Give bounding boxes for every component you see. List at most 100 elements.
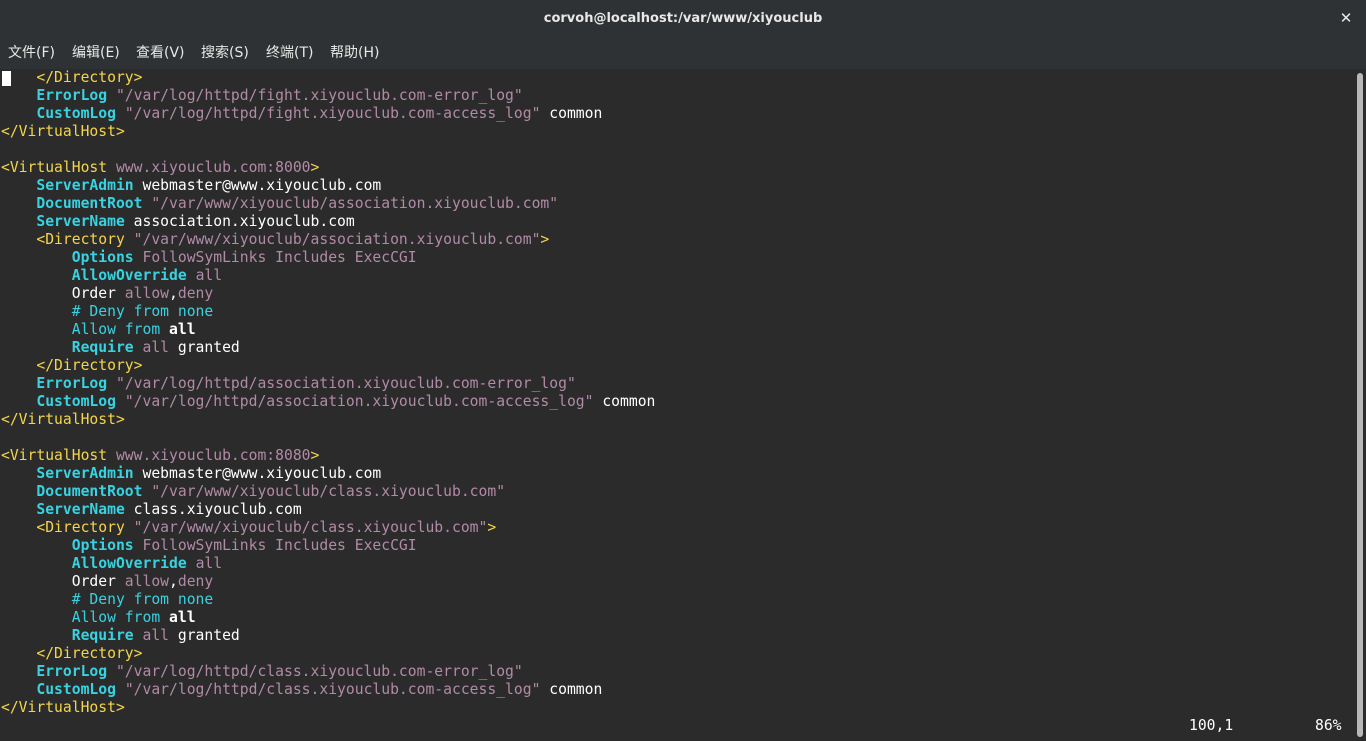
code-token: AllowOverride: [71, 555, 187, 572]
code-token: ServerAdmin: [36, 177, 134, 194]
code-line: Order allow,deny: [1, 285, 655, 303]
code-line: </Directory>: [1, 645, 655, 663]
close-icon[interactable]: ✕: [1338, 10, 1354, 26]
code-token: ServerName: [36, 213, 125, 230]
code-token: AllowOverride: [71, 267, 187, 284]
vim-buffer[interactable]: </Directory> ErrorLog "/var/log/httpd/fi…: [1, 69, 655, 717]
code-token: <Directory: [36, 231, 125, 248]
code-token: Order: [1, 285, 125, 302]
code-token: ServerName: [36, 501, 125, 518]
scroll-percent: 86%: [1315, 717, 1342, 734]
menu-file[interactable]: 文件(F): [8, 38, 55, 69]
code-line: Allow from all: [1, 321, 655, 339]
code-line: ServerAdmin webmaster@www.xiyouclub.com: [1, 177, 655, 195]
title-bar[interactable]: corvoh@localhost:/var/www/xiyouclub ✕: [0, 0, 1366, 38]
code-token: "/var/www/xiyouclub/association.xiyouclu…: [151, 195, 559, 212]
code-token: granted: [169, 339, 240, 356]
code-token: "/var/log/httpd/fight.xiyouclub.com-erro…: [115, 87, 523, 104]
code-token: Allow from: [71, 609, 161, 626]
code-line: CustomLog "/var/log/httpd/class.xiyouclu…: [1, 681, 655, 699]
code-line: ErrorLog "/var/log/httpd/association.xiy…: [1, 375, 655, 393]
scrollbar-thumb[interactable]: [1357, 73, 1363, 737]
menu-view[interactable]: 查看(V): [136, 38, 185, 69]
code-token: </VirtualHost>: [1, 123, 125, 140]
code-token: >: [310, 447, 320, 464]
code-token: Allow from: [71, 321, 161, 338]
code-token: allow: [124, 573, 170, 590]
code-token: all: [195, 267, 223, 284]
window-title: corvoh@localhost:/var/www/xiyouclub: [543, 11, 823, 26]
code-token: all: [142, 339, 170, 356]
menu-search[interactable]: 搜索(S): [201, 38, 249, 69]
code-token: class.xiyouclub.com: [124, 501, 302, 518]
code-token: ErrorLog: [36, 663, 108, 680]
code-line: ServerAdmin webmaster@www.xiyouclub.com: [1, 465, 655, 483]
code-token: Require: [71, 339, 134, 356]
code-token: >: [487, 519, 497, 536]
code-token: CustomLog: [36, 393, 116, 410]
code-token: common: [593, 393, 656, 410]
code-token: Order: [1, 573, 125, 590]
code-line: <VirtualHost www.xiyouclub.com:8000>: [1, 159, 655, 177]
code-token: <Directory: [36, 519, 125, 536]
code-token: ServerAdmin: [36, 465, 134, 482]
code-token: "/var/log/httpd/association.xiyouclub.co…: [124, 393, 594, 410]
menu-help[interactable]: 帮助(H): [330, 38, 379, 69]
cursor-position: 100,1: [1189, 717, 1234, 734]
code-token: ,: [169, 573, 178, 590]
terminal-content[interactable]: </Directory> ErrorLog "/var/log/httpd/fi…: [0, 69, 1354, 741]
scrollbar[interactable]: [1354, 69, 1366, 741]
code-token: ErrorLog: [36, 375, 108, 392]
code-token: all: [142, 627, 170, 644]
code-token: </VirtualHost>: [1, 699, 125, 716]
code-token: granted: [169, 627, 240, 644]
code-token: </Directory>: [1, 69, 143, 86]
code-line: ServerName association.xiyouclub.com: [1, 213, 655, 231]
code-token: association.xiyouclub.com: [124, 213, 355, 230]
code-token: all: [169, 609, 196, 626]
code-line: CustomLog "/var/log/httpd/fight.xiyouclu…: [1, 105, 655, 123]
code-line: # Deny from none: [1, 591, 655, 609]
code-token: webmaster@www.xiyouclub.com: [133, 465, 382, 482]
code-token: "/var/www/xiyouclub/class.xiyouclub.com": [151, 483, 506, 500]
code-line: </Directory>: [1, 69, 655, 87]
menu-edit[interactable]: 编辑(E): [72, 38, 120, 69]
code-line: Require all granted: [1, 627, 655, 645]
code-token: DocumentRoot: [36, 483, 143, 500]
menu-terminal[interactable]: 终端(T): [266, 38, 313, 69]
code-line: ServerName class.xiyouclub.com: [1, 501, 655, 519]
code-token: www.xiyouclub.com:8000: [107, 159, 311, 176]
text-cursor: [2, 71, 11, 86]
code-token: </Directory>: [36, 357, 143, 374]
code-token: www.xiyouclub.com:8080: [107, 447, 311, 464]
code-token: ErrorLog: [36, 87, 108, 104]
code-line: Order allow,deny: [1, 573, 655, 591]
code-line: CustomLog "/var/log/httpd/association.xi…: [1, 393, 655, 411]
code-line: Require all granted: [1, 339, 655, 357]
code-line: # Deny from none: [1, 303, 655, 321]
code-line: <VirtualHost www.xiyouclub.com:8080>: [1, 447, 655, 465]
code-token: CustomLog: [36, 105, 116, 122]
code-line: </VirtualHost>: [1, 411, 655, 429]
